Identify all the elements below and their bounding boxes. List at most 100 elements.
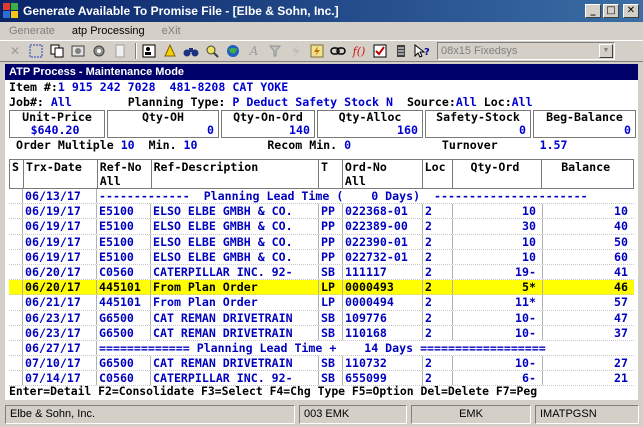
find-icon[interactable] (203, 42, 221, 60)
item-value[interactable]: 1 915 242 7028 481-8208 CAT YOKE (58, 80, 288, 94)
cell-ref-no: 445101 (97, 295, 151, 310)
cell-ref-description: CAT REMAN DRIVETRAIN (151, 356, 319, 371)
page-icon[interactable] (111, 42, 129, 60)
cell-trx-date: 06/19/17 (23, 234, 97, 249)
cell-ref-no: G6500 (97, 356, 151, 371)
maximize-button[interactable]: □ (603, 4, 619, 18)
cell-ref-description: CAT REMAN DRIVETRAIN (151, 325, 319, 340)
cell-type: PP (319, 249, 343, 264)
title-bar: Generate Available To Promise File - [El… (0, 0, 643, 22)
function-icon[interactable]: f() (350, 42, 368, 60)
cell-trx-date: 06/19/17 (23, 204, 97, 219)
beg-balance-box: Beg-Balance 0 (533, 109, 636, 138)
cell-band-text: ============= Planning Lead Time + 14 Da… (99, 340, 546, 355)
beg-balance-header: Beg-Balance (546, 109, 623, 124)
close-x-icon[interactable]: ✕ (6, 42, 24, 60)
qty-alloc-box: Qty-Alloc 160 (317, 109, 423, 138)
cell-s (9, 340, 23, 356)
app-icon (3, 3, 19, 19)
checkbox-icon[interactable] (371, 42, 389, 60)
cell-type: SB (319, 356, 343, 371)
table-row[interactable]: 06/23/17 G6500 CAT REMAN DRIVETRAIN SB 11016… (9, 325, 634, 341)
chevron-down-icon[interactable]: ▼ (599, 44, 613, 58)
italic-a-icon[interactable]: A (245, 42, 263, 60)
order-multiple-label: Order Multiple (15, 137, 114, 152)
col-header-ord-no[interactable]: Ord-No All (343, 160, 423, 188)
atp-grid: S Trx-Date Ref-No All Ref-Description T … (9, 159, 634, 387)
job-value[interactable]: All (51, 95, 72, 109)
cell-trx-date: 06/23/17 (23, 310, 97, 325)
col-header-loc[interactable]: Loc (423, 160, 453, 188)
close-button[interactable]: ✕ (623, 4, 639, 18)
bell-icon[interactable] (161, 42, 179, 60)
table-row[interactable]: 06/19/17 E5100 ELSO ELBE GMBH & CO. PP 02236… (9, 204, 634, 220)
grid-body: 06/13/17 ------------- Planning Lead Time… (9, 189, 634, 387)
lightning-icon[interactable] (287, 42, 305, 60)
col-header-ref-description[interactable]: Ref-Description (152, 160, 319, 188)
col-header-ref-no[interactable]: Ref-No All (98, 160, 152, 188)
col-header-t[interactable]: T (319, 160, 343, 188)
user-icon[interactable] (140, 42, 158, 60)
table-row[interactable]: 06/23/17 G6500 CAT REMAN DRIVETRAIN SB 10977… (9, 310, 634, 326)
settings-icon[interactable] (69, 42, 87, 60)
cell-ref-description: ELSO ELBE GMBH & CO. (151, 249, 319, 264)
cell-qty-ord: 10- (453, 325, 543, 340)
col-header-balance[interactable]: Balance (542, 160, 633, 188)
cell-ref-no: E5100 (97, 219, 151, 234)
terminal-screen[interactable]: ATP Process - Maintenance Mode Item #:1 … (5, 64, 638, 400)
cell-ord-no: 110732 (343, 356, 423, 371)
item-label: Item #: (9, 80, 58, 94)
font-select[interactable]: 08x15 Fixedsys ▼ (437, 42, 615, 60)
help-icon[interactable]: ? (413, 42, 431, 60)
qty-alloc-value: 160 (397, 122, 418, 137)
cell-balance: 46 (614, 280, 628, 295)
filter-icon[interactable] (266, 42, 284, 60)
menu-exit[interactable]: eXit (153, 25, 189, 37)
table-row[interactable]: 06/19/17 E5100 ELSO ELBE GMBH & CO. PP 02238… (9, 219, 634, 235)
qty-on-ord-value: 140 (289, 122, 310, 137)
copy-icon[interactable] (48, 42, 66, 60)
cell-s (9, 325, 23, 340)
gear-icon[interactable] (90, 42, 108, 60)
cell-qty-ord: 10 (453, 204, 543, 219)
order-info-line: Order Multiple 10 Min. 10 Recom Min. 0 T… (5, 138, 638, 152)
select-box-icon[interactable] (27, 42, 45, 60)
cell-loc: 2 (423, 264, 453, 280)
planning-type-value[interactable]: P Deduct Safety Stock (232, 95, 379, 109)
planning-type-label: Planning Type: (127, 94, 226, 109)
table-row[interactable]: 06/19/17 E5100 ELSO ELBE GMBH & CO. PP 02273… (9, 249, 634, 265)
col-header-trx-date[interactable]: Trx-Date (24, 160, 98, 188)
source-value[interactable]: All (456, 95, 477, 109)
stack-icon[interactable] (392, 42, 410, 60)
lightning2-icon[interactable] (308, 42, 326, 60)
col-header-s[interactable]: S (10, 160, 24, 188)
table-row[interactable]: 06/20/17 445101 From Plan Order LP 0000493 2 5… (9, 280, 634, 296)
recom-min-value: 0 (344, 137, 352, 152)
toolbar: ✕ A f() ? 08x15 Fixedsys ▼ (0, 40, 643, 62)
table-row[interactable]: 06/20/17 C0560 CATERPILLAR INC. 92- SB 11111… (9, 264, 634, 281)
unit-price-value: $640.20 (30, 122, 80, 137)
globe-icon[interactable] (224, 42, 242, 60)
job-line: Job#: All Planning Type: P Deduct Safety… (5, 95, 638, 110)
loc-label: Loc: (483, 94, 512, 109)
cell-loc: 2 (423, 280, 453, 295)
loc-value[interactable]: All (512, 95, 533, 109)
cell-loc: 2 (423, 356, 453, 371)
binoculars-icon[interactable] (182, 42, 200, 60)
cell-s (9, 356, 23, 371)
col-header-qty-ord[interactable]: Qty-Ord (453, 160, 543, 188)
grid-band-row[interactable]: 06/27/17 ============= Planning Lead Time… (9, 340, 634, 357)
menu-generate[interactable]: Generate (0, 25, 63, 37)
table-row[interactable]: 06/21/17 445101 From Plan Order LP 0000494 2 1… (9, 295, 634, 311)
table-row[interactable]: 06/19/17 E5100 ELSO ELBE GMBH & CO. PP 02239… (9, 234, 634, 250)
beg-balance-value: 0 (624, 122, 631, 137)
link-icon[interactable] (329, 42, 347, 60)
cell-ref-no: G6500 (97, 310, 151, 325)
unit-price-box: Unit-Price $640.20 (9, 109, 105, 138)
grid-band-row[interactable]: 06/13/17 ------------- Planning Lead Time… (9, 189, 634, 205)
minimize-button[interactable]: _ (585, 4, 601, 18)
menu-atp-processing[interactable]: atp Processing (63, 25, 153, 37)
cell-s (9, 204, 23, 219)
table-row[interactable]: 07/10/17 G6500 CAT REMAN DRIVETRAIN SB 11073… (9, 356, 634, 372)
planning-flag[interactable]: N (386, 95, 393, 109)
